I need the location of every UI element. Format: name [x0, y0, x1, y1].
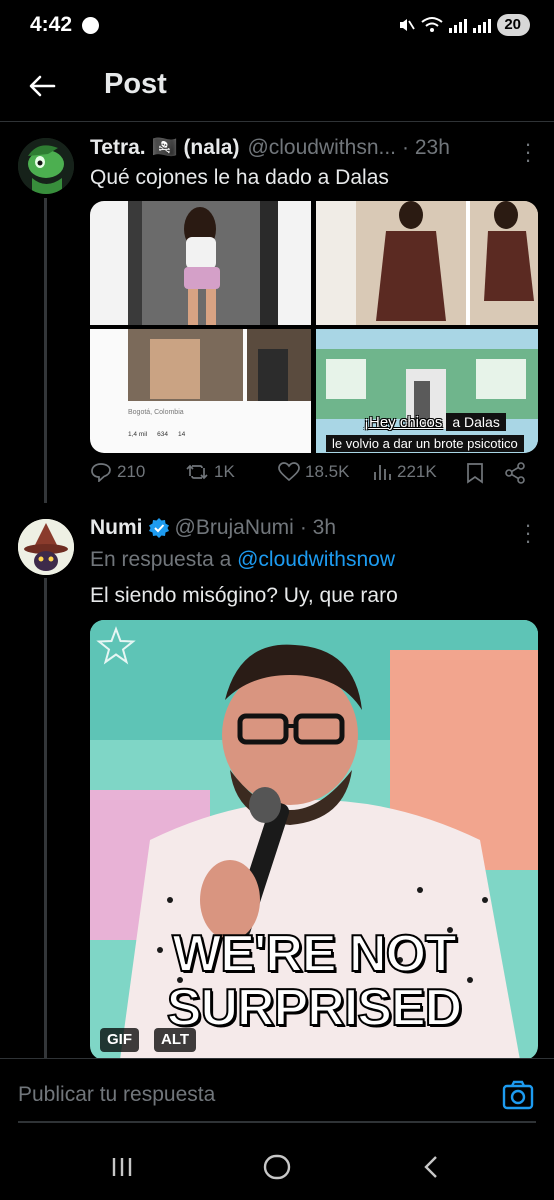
- gif-caption-line1: WE'RE NOT: [171, 924, 458, 984]
- wifi-icon: [421, 17, 443, 32]
- display-name[interactable]: Tetra. 🏴‍☠️ (nala): [90, 136, 239, 160]
- tweet-header: Numi @BrujaNumi · 3h: [90, 516, 336, 540]
- star-icon: [96, 626, 136, 665]
- reply-icon: [91, 463, 111, 482]
- tweet-text: Qué cojones le ha dado a Dalas: [90, 166, 389, 189]
- verified-badge-icon: [148, 518, 169, 538]
- share-button[interactable]: [504, 462, 526, 484]
- tweet-text: El siendo misógino? Uy, que raro: [90, 584, 398, 607]
- media-stats: 1,4 mil 634 14: [128, 431, 185, 438]
- media-caption-top: ¡Hey chicos: [364, 413, 443, 431]
- reply-input[interactable]: Publicar tu respuesta: [18, 1083, 215, 1107]
- bookmark-icon: [467, 463, 483, 484]
- back-nav-button[interactable]: [412, 1152, 452, 1182]
- home-button[interactable]: [257, 1152, 297, 1182]
- top-header: Post: [0, 52, 554, 122]
- avatar[interactable]: [18, 138, 74, 194]
- repost-count: 1K: [214, 462, 235, 481]
- media-caption-tag: a Dalas: [446, 413, 506, 431]
- views-count: 221K: [397, 462, 437, 481]
- home-icon: [263, 1154, 291, 1180]
- heart-icon: [278, 462, 300, 482]
- thread-connector-2: [44, 578, 47, 1058]
- photo-placeholder: [316, 201, 538, 325]
- like-count: 18.5K: [305, 462, 350, 481]
- avatar-image: [18, 519, 74, 575]
- reply-button[interactable]: 210: [90, 462, 145, 482]
- media-image-4[interactable]: ¡Hey chicos a Dalas le volvio a dar un b…: [316, 329, 538, 453]
- media-likes: 1,4 mil: [128, 431, 148, 438]
- like-button[interactable]: 18.5K: [278, 462, 349, 482]
- photo-placeholder: [128, 201, 278, 325]
- repost-icon: [186, 464, 208, 480]
- tweet-actions: 210 1K 18.5K 221K: [90, 462, 538, 498]
- reply-count: 210: [117, 462, 146, 481]
- media-reposts: 14: [178, 431, 186, 438]
- media-comments: 634: [157, 431, 169, 438]
- media-image-3[interactable]: [316, 201, 538, 325]
- media-location: Bogotá, Colombia: [128, 409, 184, 416]
- avatar[interactable]: [18, 519, 74, 575]
- status-icons: 20: [397, 14, 530, 36]
- handle[interactable]: @BrujaNumi: [175, 516, 294, 540]
- reply-to-link[interactable]: @cloudwithsnow: [237, 548, 395, 571]
- composer-divider: [18, 1121, 536, 1123]
- recent-apps-icon: [112, 1158, 132, 1176]
- status-time: 4:42: [30, 13, 73, 36]
- alt-badge[interactable]: ALT: [154, 1028, 197, 1052]
- media-image-1[interactable]: [90, 201, 311, 325]
- signal-2-icon: [473, 17, 492, 33]
- tweet-gif[interactable]: WE'RE NOT SURPRISED: [90, 620, 538, 1060]
- display-name[interactable]: Numi: [90, 516, 143, 540]
- more-options-icon[interactable]: · · ·: [524, 133, 532, 171]
- views-button[interactable]: 221K: [372, 462, 437, 482]
- handle[interactable]: @cloudwithsn...: [247, 136, 396, 160]
- views-icon: [374, 465, 391, 480]
- media-caption-top-wrap: ¡Hey chicos a Dalas: [364, 413, 506, 431]
- tweet-media-grid[interactable]: Bogotá, Colombia 1,4 mil 634 14 ¡Hey chi…: [90, 201, 538, 453]
- camera-icon: [502, 1080, 534, 1110]
- tweet-header: Tetra. 🏴‍☠️ (nala) @cloudwithsn... · 23h: [90, 136, 450, 160]
- avatar-image: [18, 138, 74, 194]
- repost-button[interactable]: 1K: [185, 462, 235, 482]
- share-icon: [505, 462, 525, 484]
- photo-placeholder: [128, 329, 311, 401]
- signal-icon: [449, 17, 468, 33]
- timestamp: · 23h: [402, 136, 450, 159]
- gif-badge: GIF: [100, 1028, 139, 1052]
- bookmark-button[interactable]: [466, 462, 484, 484]
- notification-dot-icon: [82, 17, 99, 34]
- status-bar: 4:42 20: [0, 0, 554, 52]
- page-title: Post: [104, 68, 167, 100]
- reply-prefix: En respuesta a: [90, 548, 232, 571]
- media-caption-bottom: le volvio a dar un brote psicotico: [326, 435, 524, 452]
- back-button[interactable]: [22, 66, 62, 106]
- back-chevron-icon: [424, 1156, 437, 1178]
- more-options-icon[interactable]: · · ·: [524, 514, 532, 552]
- thread-connector: [44, 198, 47, 503]
- back-arrow-icon: [29, 75, 56, 97]
- mute-icon: [400, 19, 416, 31]
- battery-indicator: 20: [497, 14, 530, 36]
- reply-context: En respuesta a @cloudwithsnow: [90, 548, 395, 572]
- system-nav-bar: [0, 1134, 554, 1200]
- camera-button[interactable]: [502, 1078, 534, 1112]
- timestamp: · 3h: [299, 516, 337, 539]
- recent-apps-button[interactable]: [102, 1152, 142, 1182]
- media-image-2[interactable]: Bogotá, Colombia 1,4 mil 634 14: [90, 329, 311, 453]
